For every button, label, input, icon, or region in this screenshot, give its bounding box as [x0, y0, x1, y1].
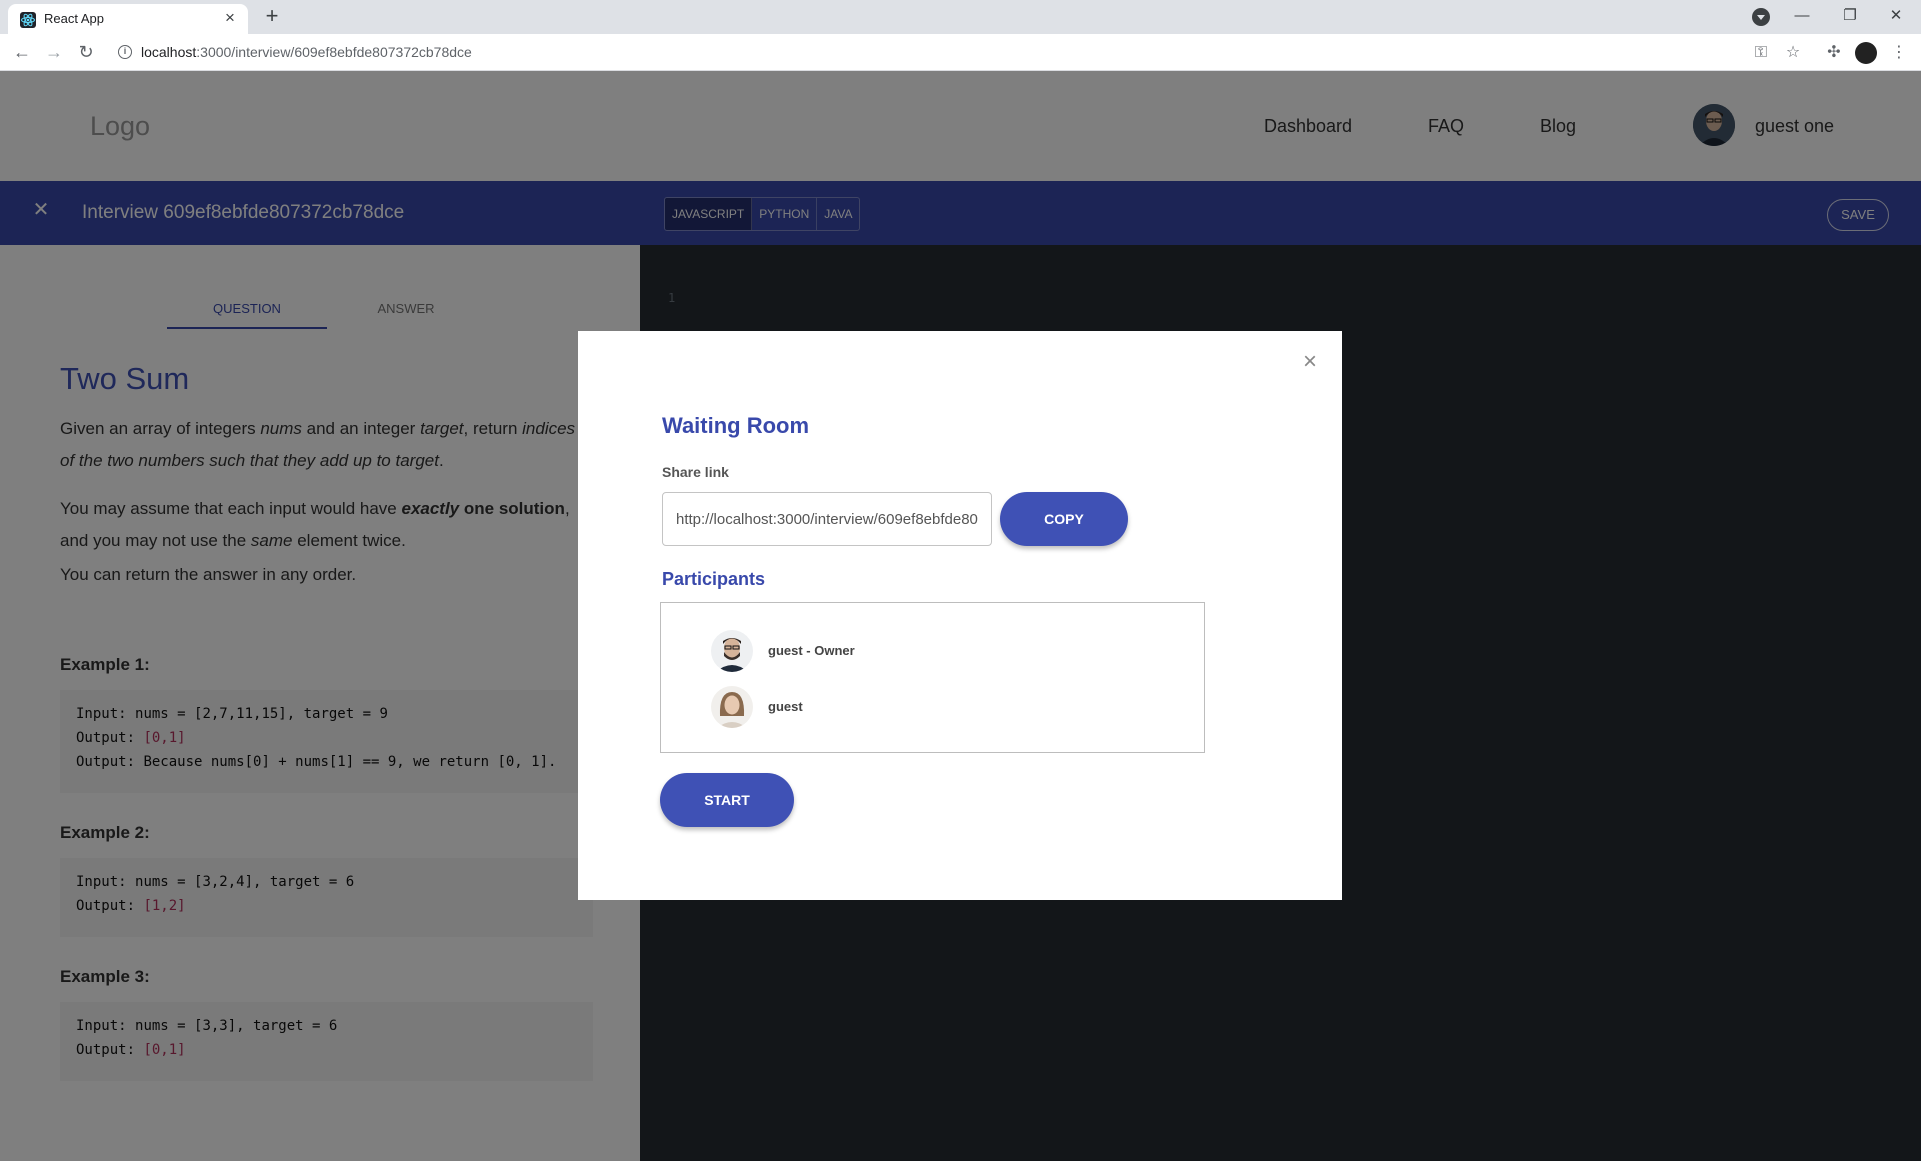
modal-close-icon[interactable]: ×: [1298, 350, 1322, 375]
window-close-icon[interactable]: ✕: [1873, 0, 1919, 34]
restore-icon[interactable]: ❐: [1827, 0, 1873, 34]
browser-tab-title: React App: [44, 11, 104, 26]
avatar: [711, 686, 753, 728]
participants-list: guest - Owner guest: [660, 602, 1205, 753]
react-favicon-icon: [20, 12, 36, 28]
minimize-icon[interactable]: —: [1779, 0, 1825, 34]
avatar: [711, 630, 753, 672]
share-link-input[interactable]: [662, 492, 992, 546]
extensions-icon[interactable]: ✣: [1823, 42, 1845, 64]
forward-icon[interactable]: →: [42, 41, 66, 65]
url-path: :3000/interview/609ef8ebfde807372cb78dce: [196, 44, 472, 60]
reload-icon[interactable]: ↻: [74, 41, 98, 65]
waiting-room-modal: × Waiting Room Share link COPY Participa…: [578, 331, 1342, 900]
participant-item: guest - Owner: [711, 630, 1111, 672]
modal-title: Waiting Room: [662, 413, 810, 438]
profile-avatar-icon[interactable]: [1855, 42, 1877, 64]
share-link-label: Share link: [662, 464, 729, 480]
start-button[interactable]: START: [660, 773, 794, 827]
browser-tab[interactable]: React App ×: [8, 4, 248, 34]
participant-name: guest: [768, 699, 803, 714]
address-bar[interactable]: localhost:3000/interview/609ef8ebfde8073…: [141, 44, 472, 60]
browser-tab-strip: React App × + — ❐ ✕: [0, 0, 1921, 34]
browser-toolbar: ← → ↻ i localhost:3000/interview/609ef8e…: [0, 34, 1921, 71]
participants-title: Participants: [662, 569, 766, 589]
app: Logo Dashboard FAQ Blog guest one ✕ Inte…: [0, 71, 1921, 1161]
tab-close-icon[interactable]: ×: [220, 8, 240, 28]
back-icon[interactable]: ←: [10, 41, 34, 65]
participant-item: guest: [711, 686, 1111, 728]
bookmark-star-icon[interactable]: ☆: [1782, 42, 1804, 64]
browser-menu-icon[interactable]: ⋮: [1888, 42, 1910, 64]
site-info-icon[interactable]: i: [118, 45, 132, 59]
participant-name: guest - Owner: [768, 643, 855, 658]
key-icon[interactable]: ⚿: [1750, 42, 1772, 64]
tab-search-icon[interactable]: [1752, 8, 1770, 26]
new-tab-icon[interactable]: +: [258, 4, 286, 30]
url-host: localhost: [141, 44, 197, 60]
copy-button[interactable]: COPY: [1000, 492, 1128, 546]
